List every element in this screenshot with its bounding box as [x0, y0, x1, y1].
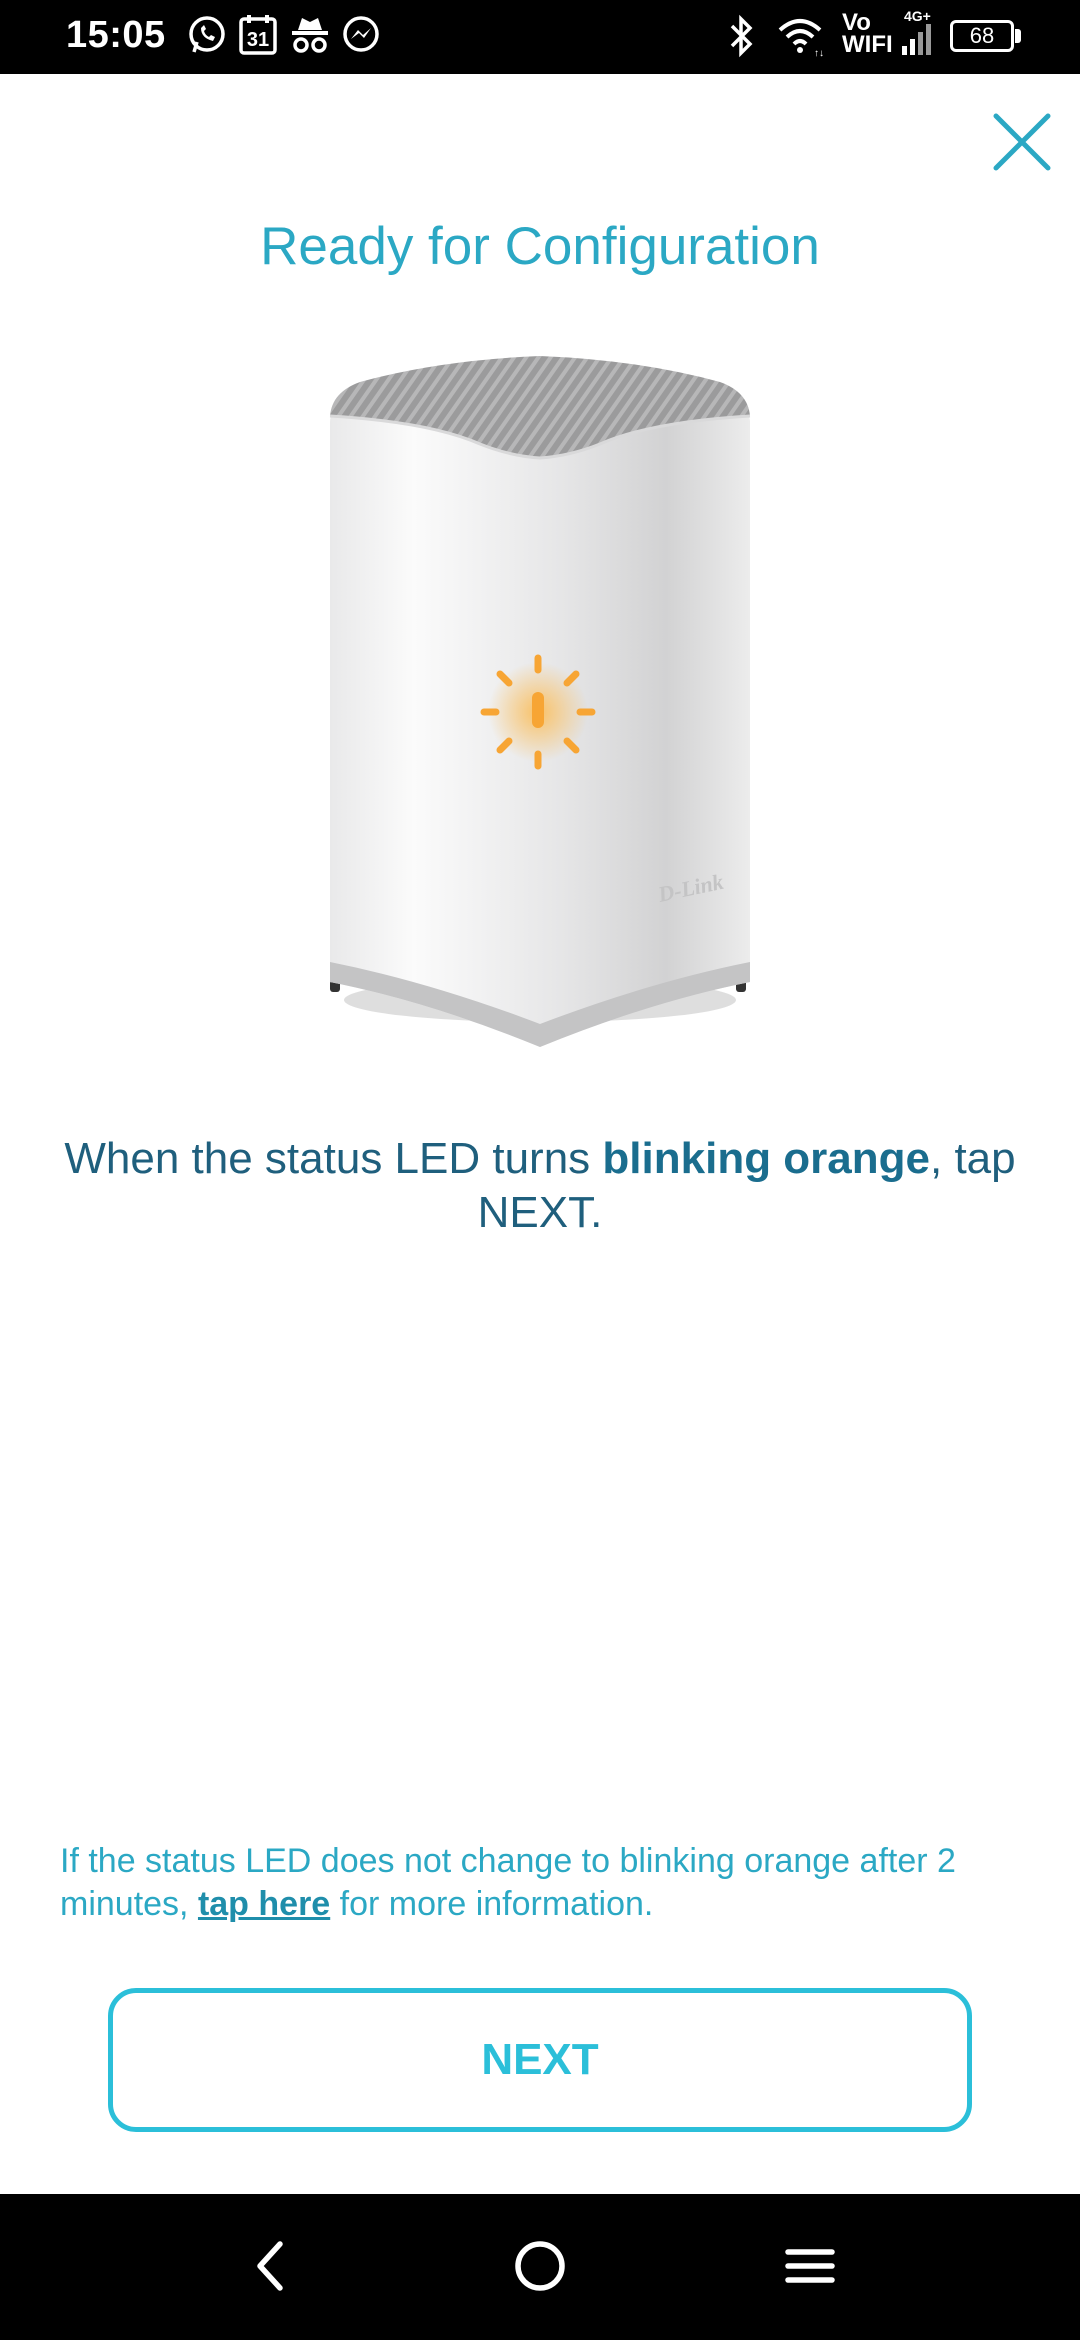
- navigation-bar: [0, 2194, 1080, 2340]
- menu-icon[interactable]: [780, 2236, 840, 2296]
- signal-icon: [902, 24, 931, 55]
- vowifi-label-2: WIFI: [842, 31, 893, 58]
- status-bar: 15:05 31 ↑↓ Vo WIFI 4G+ 68: [0, 0, 1080, 74]
- next-button[interactable]: NEXT: [108, 1988, 972, 2132]
- status-time: 15:05: [66, 14, 166, 56]
- home-icon[interactable]: [510, 2236, 570, 2296]
- help-suffix: for more information.: [330, 1885, 654, 1923]
- messenger-icon: [343, 16, 379, 52]
- battery-tip: [1015, 29, 1021, 43]
- page-title: Ready for Configuration: [260, 217, 820, 276]
- back-icon[interactable]: [240, 2236, 300, 2296]
- instruction-emphasis: blinking orange: [602, 1134, 930, 1183]
- svg-text:↑↓: ↑↓: [814, 48, 824, 58]
- router-illustration: D-Link: [329, 356, 751, 1047]
- instruction-text: When the status LED turns blinking orang…: [50, 1132, 1030, 1240]
- svg-text:31: 31: [247, 29, 269, 51]
- battery-icon: 68: [950, 20, 1014, 52]
- calendar-icon: 31: [239, 15, 277, 55]
- vowifi-indicator: Vo WIFI: [842, 11, 893, 58]
- close-icon[interactable]: [992, 112, 1052, 172]
- help-text: If the status LED does not change to bli…: [60, 1840, 1020, 1926]
- bluetooth-icon: [730, 14, 753, 58]
- instruction-prefix: When the status LED turns: [64, 1134, 603, 1183]
- tap-here-link[interactable]: tap here: [198, 1885, 330, 1923]
- wifi-icon: ↑↓: [778, 19, 824, 58]
- incognito-icon: [292, 18, 328, 53]
- whatsapp-icon: [189, 16, 225, 53]
